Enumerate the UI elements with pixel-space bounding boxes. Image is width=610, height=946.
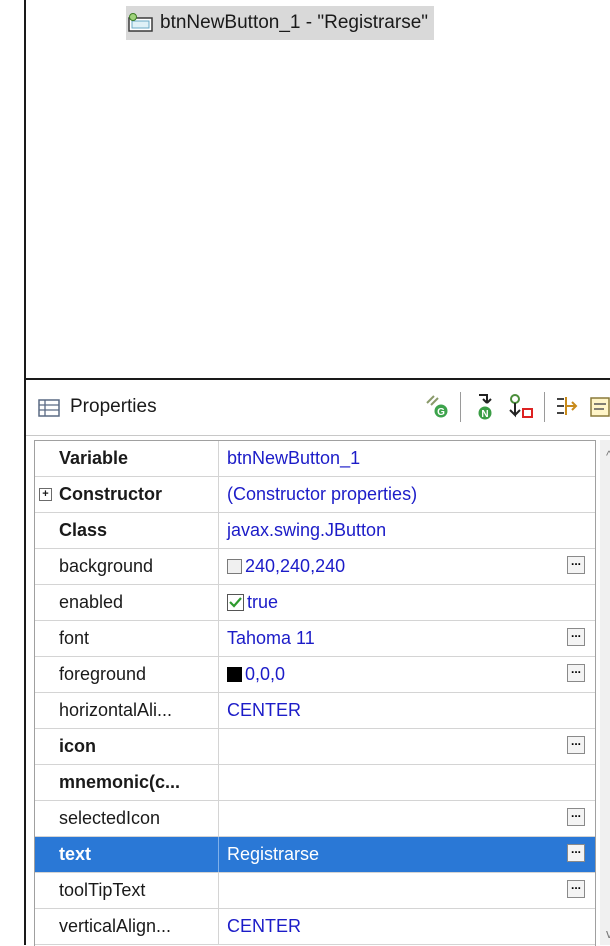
- color-swatch: [227, 667, 242, 682]
- property-name-label: selectedIcon: [59, 808, 161, 828]
- property-value[interactable]: Tahoma 11...: [219, 621, 595, 656]
- svg-text:N: N: [481, 409, 488, 420]
- ellipsis-button[interactable]: ...: [567, 555, 585, 574]
- properties-view-icon: [38, 399, 60, 417]
- property-value[interactable]: [219, 765, 595, 800]
- property-value-text: Tahoma 11: [227, 628, 315, 648]
- property-value[interactable]: true: [219, 585, 595, 620]
- property-row-verticalalign[interactable]: verticalAlign... CENTER: [35, 909, 595, 945]
- checkbox-checked-icon[interactable]: [227, 594, 244, 611]
- property-name: text: [35, 837, 219, 872]
- property-value-text: 0,0,0: [245, 664, 286, 684]
- property-value-text: btnNewButton_1: [227, 448, 361, 468]
- property-value[interactable]: 0,0,0...: [219, 657, 595, 692]
- jbutton-component-icon: [126, 12, 156, 34]
- property-name-label: horizontalAli...: [59, 700, 173, 720]
- property-value-text: (Constructor properties): [227, 484, 418, 504]
- ellipsis-button[interactable]: ...: [567, 663, 585, 682]
- property-value[interactable]: 240,240,240...: [219, 549, 595, 584]
- toolbar-separator: [544, 392, 545, 422]
- property-name: font: [35, 621, 219, 656]
- property-name-label: Constructor: [59, 484, 162, 504]
- property-name: mnemonic(c...: [35, 765, 219, 800]
- ellipsis-button[interactable]: ...: [567, 735, 585, 754]
- property-name-label: enabled: [59, 592, 124, 612]
- property-value[interactable]: ...: [219, 729, 595, 764]
- convert-local-to-field-icon[interactable]: [504, 392, 538, 422]
- ellipsis-button[interactable]: ...: [567, 627, 585, 646]
- ellipsis-button[interactable]: ...: [567, 879, 585, 898]
- property-row-background[interactable]: background 240,240,240...: [35, 549, 595, 585]
- property-name: Variable: [35, 441, 219, 476]
- property-name-label: icon: [59, 736, 97, 756]
- tree-node-btnnewbutton[interactable]: btnNewButton_1 - "Registrarse": [126, 6, 435, 40]
- properties-title: Properties: [70, 396, 157, 417]
- property-name: selectedIcon: [35, 801, 219, 836]
- property-value-text: 240,240,240: [245, 556, 346, 576]
- show-advanced-properties-icon[interactable]: [552, 392, 582, 422]
- toolbar-separator: [460, 392, 461, 422]
- property-name: foreground: [35, 657, 219, 692]
- property-name-label: Variable: [59, 448, 129, 468]
- property-row-variable[interactable]: Variable btnNewButton_1: [35, 441, 595, 477]
- property-value[interactable]: CENTER: [219, 693, 595, 728]
- property-value-text: Registrarse: [227, 844, 320, 864]
- property-name: toolTipText: [35, 873, 219, 908]
- property-value[interactable]: Registrarse...: [219, 837, 595, 872]
- svg-text:G: G: [437, 407, 445, 418]
- property-name-label: verticalAlign...: [59, 916, 172, 936]
- property-name: background: [35, 549, 219, 584]
- property-name: verticalAlign...: [35, 909, 219, 944]
- property-row-icon[interactable]: icon...: [35, 729, 595, 765]
- property-row-mnemonicc[interactable]: mnemonic(c...: [35, 765, 595, 801]
- property-name-label: font: [59, 628, 90, 648]
- properties-table: Variable btnNewButton_1 + Constructor (Const…: [34, 440, 596, 946]
- properties-scrollbar[interactable]: ^ v: [600, 440, 610, 945]
- property-row-selectedicon[interactable]: selectedIcon...: [35, 801, 595, 837]
- property-name-label: background: [59, 556, 154, 576]
- ellipsis-button[interactable]: ...: [567, 843, 585, 862]
- color-swatch: [227, 559, 242, 574]
- property-row-class[interactable]: Class javax.swing.JButton: [35, 513, 595, 549]
- scroll-down-icon[interactable]: v: [606, 926, 610, 941]
- property-name-label: Class: [59, 520, 108, 540]
- property-row-enabled[interactable]: enabled true: [35, 585, 595, 621]
- property-value[interactable]: ...: [219, 801, 595, 836]
- designer-frame: btnNewButton_1 - "Registrarse" Propertie…: [24, 0, 610, 946]
- property-value-text: javax.swing.JButton: [227, 520, 387, 540]
- property-value-text: CENTER: [227, 916, 302, 936]
- property-name: + Constructor: [35, 477, 219, 512]
- property-value-text: CENTER: [227, 700, 302, 720]
- property-row-constructor[interactable]: + Constructor (Constructor properties): [35, 477, 595, 513]
- default-value-icon[interactable]: [586, 392, 610, 422]
- scroll-up-icon[interactable]: ^: [606, 448, 610, 463]
- property-value[interactable]: btnNewButton_1: [219, 441, 595, 476]
- property-name-label: toolTipText: [59, 880, 146, 900]
- property-name-label: text: [59, 844, 92, 864]
- property-row-text[interactable]: text Registrarse...: [35, 837, 595, 873]
- property-name: enabled: [35, 585, 219, 620]
- goto-definition-icon[interactable]: N: [470, 392, 500, 422]
- property-name: Class: [35, 513, 219, 548]
- ellipsis-button[interactable]: ...: [567, 807, 585, 826]
- property-value[interactable]: CENTER: [219, 909, 595, 944]
- show-events-icon[interactable]: G: [419, 392, 453, 422]
- property-name: horizontalAli...: [35, 693, 219, 728]
- property-name-label: foreground: [59, 664, 147, 684]
- property-name: icon: [35, 729, 219, 764]
- tree-node-label: btnNewButton_1 - "Registrarse": [160, 12, 429, 33]
- property-row-foreground[interactable]: foreground 0,0,0...: [35, 657, 595, 693]
- property-row-horizontalali[interactable]: horizontalAli... CENTER: [35, 693, 595, 729]
- expand-plus-icon[interactable]: +: [39, 488, 52, 501]
- property-value-text: true: [247, 592, 279, 612]
- property-row-font[interactable]: font Tahoma 11...: [35, 621, 595, 657]
- component-tree: btnNewButton_1 - "Registrarse": [26, 0, 610, 380]
- property-value[interactable]: javax.swing.JButton: [219, 513, 595, 548]
- property-value[interactable]: (Constructor properties): [219, 477, 595, 512]
- property-row-tooltiptext[interactable]: toolTipText...: [35, 873, 595, 909]
- property-name-label: mnemonic(c...: [59, 772, 181, 792]
- property-value[interactable]: ...: [219, 873, 595, 908]
- properties-header: Properties G N: [26, 380, 610, 436]
